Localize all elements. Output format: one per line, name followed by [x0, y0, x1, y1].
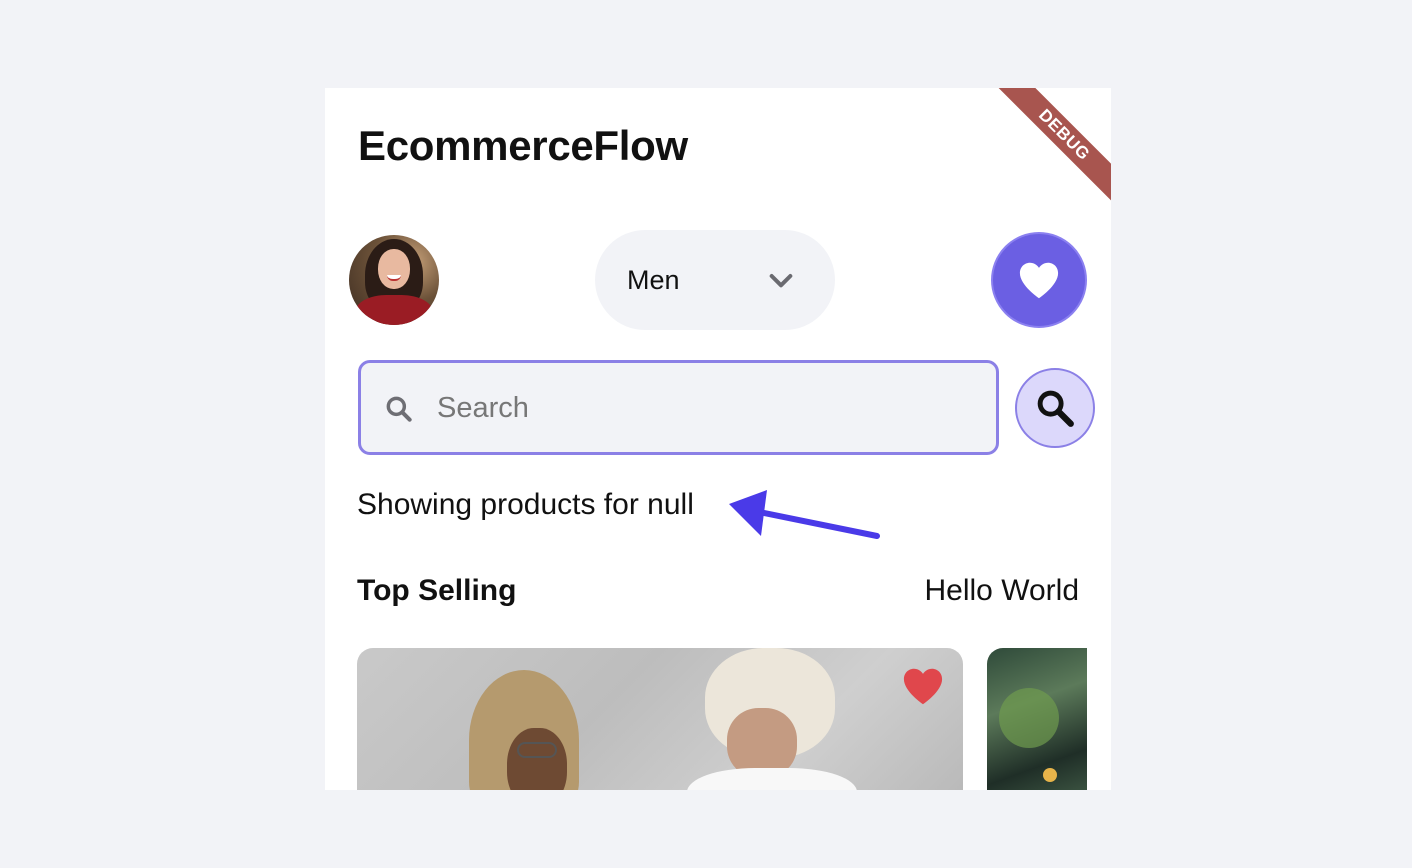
annotation-arrow: [729, 490, 880, 539]
results-caption: Showing products for null: [357, 488, 694, 521]
search-field[interactable]: [358, 360, 999, 455]
search-button[interactable]: [1015, 368, 1095, 448]
section-title: Top Selling: [357, 574, 517, 607]
favorites-button[interactable]: [991, 232, 1087, 328]
app-title: EcommerceFlow: [358, 122, 688, 169]
chevron-down-icon: [769, 274, 793, 288]
product-card[interactable]: [987, 648, 1087, 790]
search-icon: [386, 396, 412, 422]
section-link[interactable]: Hello World: [925, 574, 1080, 608]
favorite-heart-icon[interactable]: [901, 666, 945, 706]
debug-banner-label: DEBUG: [994, 88, 1111, 205]
debug-banner: DEBUG: [991, 88, 1111, 208]
app-screen: DEBUG EcommerceFlow Men Showing products…: [325, 88, 1111, 790]
gender-dropdown[interactable]: Men: [595, 230, 835, 330]
product-card[interactable]: [357, 648, 963, 790]
search-input[interactable]: [437, 383, 977, 433]
avatar[interactable]: [349, 235, 439, 325]
gender-dropdown-value: Men: [627, 264, 680, 295]
heart-icon: [1019, 262, 1059, 299]
search-icon: [1037, 390, 1074, 427]
